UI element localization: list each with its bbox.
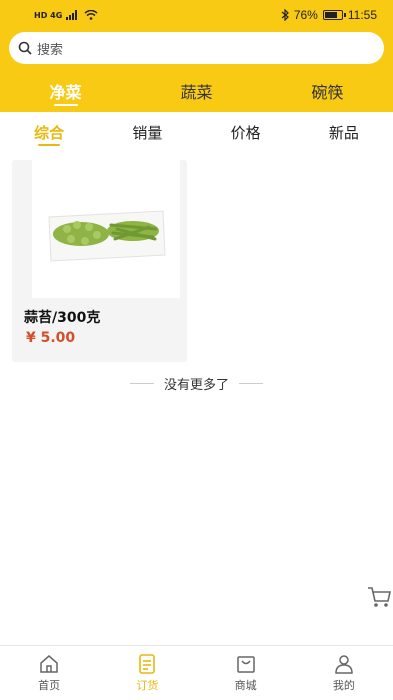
tab-jingcai[interactable]: 净菜 — [0, 72, 131, 110]
sort-sales[interactable]: 销量 — [98, 112, 196, 152]
user-icon — [335, 655, 353, 674]
sort-comprehensive[interactable]: 综合 — [0, 112, 98, 152]
search-placeholder: 搜索 — [37, 41, 64, 57]
divider — [129, 383, 154, 384]
bluetooth-icon — [281, 9, 289, 21]
cart-button[interactable] — [366, 584, 392, 610]
search-input[interactable]: 搜索 — [9, 32, 384, 64]
list-end: 没有更多了 — [0, 374, 393, 393]
list-end-text: 没有更多了 — [163, 378, 229, 393]
wifi-icon — [84, 10, 98, 20]
sort-new[interactable]: 新品 — [295, 112, 393, 152]
tab-shop-label: 商城 — [234, 679, 257, 692]
sort-price[interactable]: 价格 — [197, 112, 295, 152]
product-price: ¥ 5.00 — [26, 330, 76, 346]
home-icon — [40, 655, 58, 673]
bottom-tab-bar: 首页 订货 商城 我的 — [0, 645, 393, 700]
signal-icon — [66, 10, 78, 20]
divider — [239, 383, 263, 384]
tab-shop[interactable]: 商城 — [197, 646, 295, 700]
product-name: 蒜苔/300克 — [24, 310, 101, 326]
network-badge: HD 4G — [34, 10, 63, 20]
search-icon — [18, 41, 32, 55]
product-image — [32, 160, 180, 298]
tab-home[interactable]: 首页 — [0, 646, 98, 700]
tab-me[interactable]: 我的 — [295, 646, 393, 700]
cart-icon — [368, 587, 391, 607]
sort-bar: 综合 销量 价格 新品 — [0, 112, 393, 152]
clock: 11:55 — [347, 8, 377, 22]
system-indicators: 76% 11:55 — [281, 8, 377, 22]
battery-percent: 76% — [293, 8, 318, 22]
tab-shucai[interactable]: 蔬菜 — [131, 72, 262, 110]
battery-icon — [322, 10, 346, 20]
tab-order-label: 订货 — [136, 679, 159, 692]
product-card[interactable]: 蒜苔/300克 ¥ 5.00 — [12, 160, 187, 362]
category-tabs: 净菜 蔬菜 碗筷 — [0, 72, 393, 110]
shop-icon — [236, 656, 255, 673]
tab-order[interactable]: 订货 — [98, 646, 196, 700]
header: 搜索 净菜 蔬菜 碗筷 — [0, 30, 393, 112]
tab-home-label: 首页 — [38, 679, 61, 692]
tab-wankuai[interactable]: 碗筷 — [262, 72, 393, 110]
status-bar: HD 4G 76% 11:55 — [0, 0, 393, 30]
network-indicators: HD 4G — [34, 10, 98, 20]
tab-me-label: 我的 — [332, 679, 355, 692]
order-icon — [139, 654, 156, 674]
